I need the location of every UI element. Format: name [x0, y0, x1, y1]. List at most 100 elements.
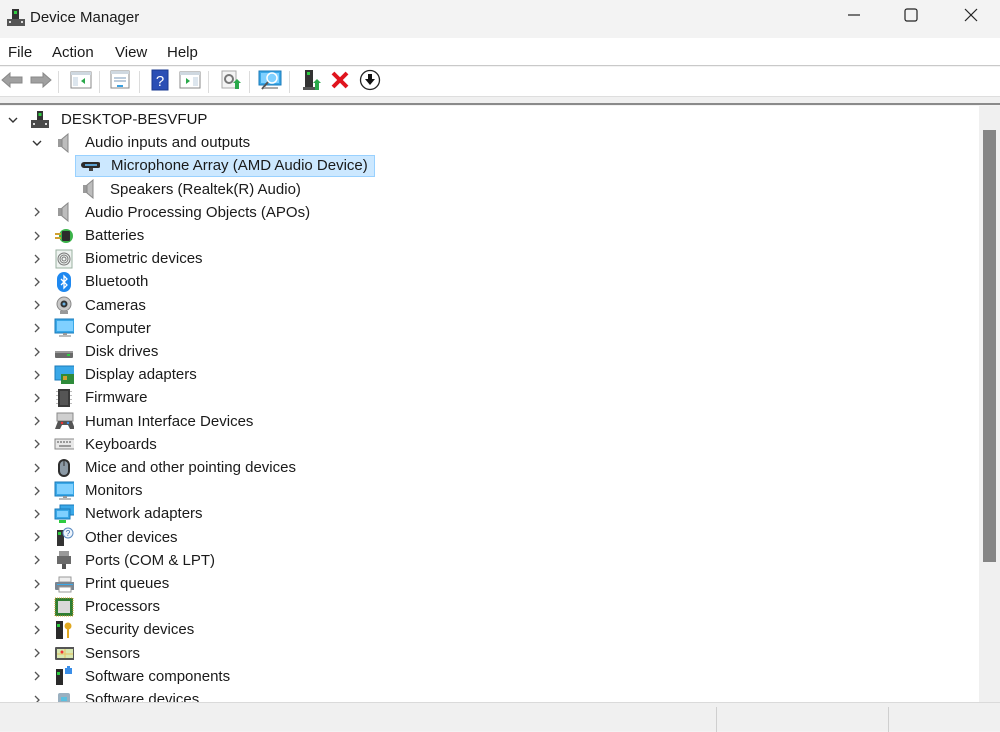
tree-item-content[interactable]: Firmware — [54, 388, 151, 408]
chevron-down-icon[interactable] — [30, 136, 44, 150]
tree-category[interactable]: Software components — [30, 665, 233, 688]
update-driver-button[interactable] — [218, 70, 242, 94]
tree-category[interactable]: Print queues — [30, 572, 172, 595]
tree-category[interactable]: ? Other devices — [30, 526, 181, 549]
chevron-right-icon[interactable] — [30, 600, 44, 614]
tree-item-content[interactable]: Biometric devices — [54, 249, 206, 269]
chevron-right-icon[interactable] — [30, 484, 44, 498]
chevron-right-icon[interactable] — [30, 205, 44, 219]
tree-item-content[interactable]: Print queues — [54, 574, 172, 594]
tree-item-content[interactable]: Display adapters — [54, 365, 200, 385]
menu-file[interactable]: File — [8, 44, 32, 61]
chevron-right-icon[interactable] — [30, 345, 44, 359]
tree-category[interactable]: Monitors — [30, 479, 146, 502]
tree-item-label: Print queues — [85, 575, 170, 592]
menu-view[interactable]: View — [115, 44, 147, 61]
scrollbar-thumb[interactable] — [983, 130, 996, 562]
tree-category[interactable]: Computer — [30, 317, 154, 340]
tree-category[interactable]: Network adapters — [30, 502, 206, 525]
chevron-right-icon[interactable] — [30, 553, 44, 567]
tree-category[interactable]: Processors — [30, 595, 163, 618]
chevron-right-icon[interactable] — [30, 275, 44, 289]
tree-item-content[interactable]: ? Other devices — [54, 527, 181, 547]
selection-highlight[interactable]: Microphone Array (AMD Audio Device) — [75, 154, 375, 177]
tree-item-content[interactable]: Cameras — [54, 295, 149, 315]
tree-device[interactable]: Speakers (Realtek(R) Audio) — [55, 178, 304, 201]
maximize-button[interactable] — [882, 0, 940, 34]
tree-item-content[interactable]: Software devices — [54, 690, 202, 702]
software-device-icon — [54, 690, 74, 702]
tree-item-content[interactable]: Monitors — [54, 481, 146, 501]
tree-item-content[interactable]: Audio Processing Objects (APOs) — [54, 202, 313, 223]
tree-item-content[interactable]: Network adapters — [54, 504, 206, 524]
tree-item-content[interactable]: Computer — [54, 318, 154, 338]
chevron-right-icon[interactable] — [30, 391, 44, 405]
tree-category[interactable]: Audio Processing Objects (APOs) — [30, 201, 313, 224]
chevron-right-icon[interactable] — [30, 414, 44, 428]
tree-category[interactable]: Batteries — [30, 224, 147, 247]
tree-item-content[interactable]: Human Interface Devices — [54, 411, 256, 431]
chevron-right-icon[interactable] — [30, 577, 44, 591]
chevron-right-icon[interactable] — [30, 229, 44, 243]
menu-action[interactable]: Action — [52, 44, 94, 61]
enable-device-button[interactable] — [300, 69, 324, 94]
svg-text:?: ? — [156, 73, 164, 90]
tree-item-content[interactable]: Disk drives — [54, 342, 161, 362]
tree-item-content[interactable]: Bluetooth — [54, 271, 151, 292]
chevron-right-icon[interactable] — [30, 693, 44, 702]
tree-category[interactable]: Keyboards — [30, 433, 160, 456]
forward-button[interactable] — [29, 70, 53, 94]
chevron-right-icon[interactable] — [30, 646, 44, 660]
show-hide-action-pane-button[interactable] — [178, 70, 202, 94]
tree-category[interactable]: Software devices — [30, 688, 202, 702]
tree-category[interactable]: Human Interface Devices — [30, 410, 256, 433]
help-button[interactable]: ? — [148, 69, 172, 94]
tree-item-content[interactable]: Processors — [54, 597, 163, 617]
tree-category[interactable]: Display adapters — [30, 363, 200, 386]
chevron-right-icon[interactable] — [30, 437, 44, 451]
tree-category[interactable]: Audio inputs and outputs — [30, 131, 253, 154]
tree-item-content[interactable]: Software components — [54, 666, 233, 686]
chevron-right-icon[interactable] — [30, 461, 44, 475]
chevron-right-icon[interactable] — [30, 298, 44, 312]
tree-item-content[interactable]: Speakers (Realtek(R) Audio) — [79, 179, 304, 200]
tree-category[interactable]: Ports (COM & LPT) — [30, 549, 218, 572]
tree-root[interactable]: DESKTOP-BESVFUP — [6, 108, 210, 131]
tree-category[interactable]: Biometric devices — [30, 247, 206, 270]
close-button[interactable] — [942, 0, 1000, 34]
tree-item-content[interactable]: Security devices — [54, 620, 197, 640]
tree-item-content[interactable]: Mice and other pointing devices — [54, 458, 299, 478]
uninstall-device-button[interactable] — [328, 70, 352, 94]
chevron-right-icon[interactable] — [30, 623, 44, 637]
tree-category[interactable]: Security devices — [30, 618, 197, 641]
minimize-button[interactable] — [825, 0, 883, 34]
tree-category[interactable]: Bluetooth — [30, 270, 151, 293]
minimize-icon — [847, 8, 861, 27]
tree-item-label: Network adapters — [85, 505, 203, 523]
disable-device-button[interactable] — [358, 69, 382, 94]
tree-category[interactable]: Cameras — [30, 294, 149, 317]
tree-category[interactable]: Mice and other pointing devices — [30, 456, 299, 479]
tree-item-content[interactable]: Sensors — [54, 643, 143, 663]
back-button[interactable] — [0, 70, 24, 94]
chevron-right-icon[interactable] — [30, 507, 44, 521]
menu-help[interactable]: Help — [167, 44, 198, 61]
show-hide-console-tree-button[interactable] — [69, 70, 93, 94]
vertical-scrollbar[interactable] — [979, 106, 1000, 702]
tree-item-content[interactable]: Keyboards — [54, 434, 160, 454]
scan-hardware-changes-button[interactable] — [258, 70, 282, 94]
chevron-right-icon[interactable] — [30, 669, 44, 683]
tree-item-content[interactable]: Batteries — [54, 226, 147, 246]
tree-category[interactable]: Firmware — [30, 386, 151, 409]
chevron-right-icon[interactable] — [30, 530, 44, 544]
chevron-right-icon[interactable] — [30, 321, 44, 335]
tree-category[interactable]: Sensors — [30, 642, 143, 665]
chevron-down-icon[interactable] — [6, 113, 20, 127]
properties-button[interactable] — [108, 70, 132, 94]
tree-item-content[interactable]: Ports (COM & LPT) — [54, 550, 218, 570]
tree-device[interactable]: Microphone Array (AMD Audio Device) — [55, 154, 375, 177]
tree-item-content[interactable]: Audio inputs and outputs — [54, 132, 253, 153]
chevron-right-icon[interactable] — [30, 252, 44, 266]
tree-category[interactable]: Disk drives — [30, 340, 161, 363]
chevron-right-icon[interactable] — [30, 368, 44, 382]
